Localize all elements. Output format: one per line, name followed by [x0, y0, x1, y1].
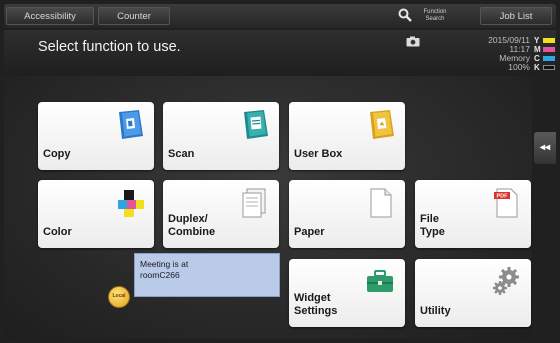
toner-bar-cyan: [543, 56, 555, 61]
toner-bar-black: [543, 65, 555, 70]
utility-label: Utility: [420, 305, 451, 317]
job-list-button[interactable]: Job List: [480, 7, 552, 25]
screen: Accessibility Counter Function Search Jo…: [0, 0, 560, 343]
duplex-line: Duplex/: [168, 213, 208, 225]
settings-line: Settings: [294, 305, 338, 317]
search-icon: [398, 8, 412, 22]
paper-label: Paper: [294, 226, 325, 238]
toolbox-icon: [367, 270, 393, 292]
pdf-file-icon: PDF: [494, 188, 518, 218]
toner-c: C: [534, 54, 556, 63]
widget-line: Widget: [294, 292, 331, 304]
user-box-icon: [370, 110, 394, 139]
user-box-label: User Box: [294, 148, 343, 160]
file-type-label: File Type: [420, 213, 445, 239]
color-icon: [118, 190, 144, 217]
message-line-2: roomC266: [140, 270, 180, 280]
toner-bar-yellow: [543, 38, 555, 43]
paper-tile[interactable]: Paper: [289, 180, 405, 248]
accessibility-button[interactable]: Accessibility: [6, 7, 94, 25]
toner-k: K: [534, 63, 556, 72]
toner-letter: K: [534, 63, 540, 72]
toner-letter: Y: [534, 36, 540, 45]
toner-bar-magenta: [543, 47, 555, 52]
gear-icon: [493, 267, 519, 295]
local-badge-text: Local: [112, 293, 126, 299]
paper-icon: [370, 188, 392, 218]
svg-text:PDF: PDF: [497, 194, 509, 200]
duplex-combine-label: Duplex/ Combine: [168, 213, 215, 239]
duplex-combine-tile[interactable]: Duplex/ Combine: [163, 180, 279, 248]
top-bar: Accessibility Counter Function Search Jo…: [4, 4, 556, 28]
function-search-button[interactable]: Function Search: [394, 7, 474, 25]
widget-settings-tile[interactable]: Widget Settings: [289, 259, 405, 327]
toner-levels: Y M C K: [534, 36, 556, 76]
scan-icon: [244, 110, 268, 139]
color-tile[interactable]: Color: [38, 180, 154, 248]
copy-label: Copy: [43, 148, 71, 160]
message-text: Meeting is at roomC266: [140, 259, 188, 281]
message-widget[interactable]: Meeting is at roomC266: [134, 253, 280, 297]
copy-icon: [119, 110, 143, 139]
widget-settings-label: Widget Settings: [294, 292, 337, 318]
combine-line: Combine: [168, 226, 216, 238]
toner-letter: C: [534, 54, 540, 63]
side-panel-toggle-button[interactable]: ◂◂: [534, 132, 556, 164]
toner-letter: M: [534, 45, 541, 54]
user-box-tile[interactable]: User Box: [289, 102, 405, 170]
file-type-tile[interactable]: PDF File Type: [415, 180, 531, 248]
local-badge-icon: Local: [108, 286, 130, 308]
file-line: File: [420, 213, 439, 225]
header: Select function to use. 2015/09/11 11:17…: [4, 30, 556, 76]
status-info: 2015/09/11 11:17 Memory 100%: [452, 36, 530, 72]
color-label: Color: [43, 226, 72, 238]
function-search-label: Function Search: [423, 9, 447, 22]
message-line-1: Meeting is at: [140, 259, 189, 269]
page-title: Select function to use.: [38, 39, 181, 55]
utility-tile[interactable]: Utility: [415, 259, 531, 327]
scan-label: Scan: [168, 148, 195, 160]
type-line: Type: [420, 226, 445, 238]
scan-tile[interactable]: Scan: [163, 102, 279, 170]
memory-value: 100%: [508, 62, 530, 72]
counter-button[interactable]: Counter: [98, 7, 170, 25]
toner-m: M: [534, 45, 556, 54]
toner-y: Y: [534, 36, 556, 45]
duplex-icon: [242, 188, 266, 218]
copy-tile[interactable]: Copy: [38, 102, 154, 170]
camera-icon: [406, 36, 420, 47]
